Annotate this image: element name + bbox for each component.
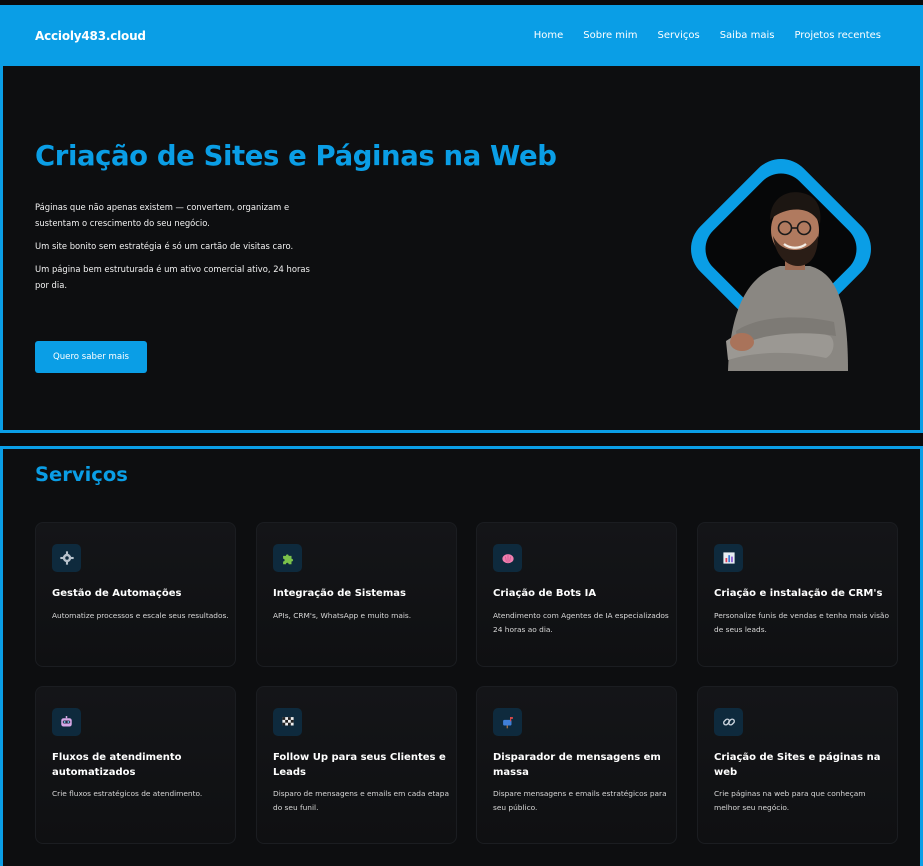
services-title: Serviços (35, 463, 128, 486)
service-card-description: Crie fluxos estratégicos de atendimento. (52, 789, 203, 798)
service-card[interactable]: Fluxos de atendimento automatizados Crie… (35, 686, 236, 844)
hero-text: Páginas que não apenas existem — convert… (35, 199, 315, 300)
service-card-description: Dispare mensagens e emails estratégicos … (493, 789, 667, 812)
service-card-title: Fluxos de atendimento automatizados (52, 752, 182, 778)
site-logo[interactable]: Accioly483.cloud (35, 29, 146, 43)
nav-link-projetos-recentes[interactable]: Projetos recentes (794, 30, 881, 41)
service-card-description: Disparo de mensagens e emails em cada et… (273, 789, 450, 812)
profile-photo (658, 136, 903, 371)
nav-link-sobre-mim[interactable]: Sobre mim (583, 30, 637, 41)
service-card-title: Integração de Sistemas (273, 588, 406, 599)
nav-link-servicos[interactable]: Serviços (658, 30, 700, 41)
brain-icon (493, 544, 522, 572)
puzzle-icon (273, 544, 302, 572)
service-card-description: APIs, CRM's, WhatsApp e muito mais. (273, 611, 412, 620)
service-card-description: Automatize processos e escale seus resul… (52, 611, 229, 620)
service-card[interactable]: Gestão de Automações Automatize processo… (35, 522, 236, 667)
service-card[interactable]: Disparador de mensagens em massa Dispare… (476, 686, 677, 844)
service-card-title: Disparador de mensagens em massa (493, 752, 661, 778)
nav-link-home[interactable]: Home (534, 30, 564, 41)
mailbox-icon (493, 708, 522, 736)
service-card[interactable]: Criação e instalação de CRM's Personaliz… (697, 522, 898, 667)
top-navbar: Accioly483.cloud Home Sobre mim Serviços… (0, 0, 923, 66)
service-card-description: Crie páginas na web para que conheçam me… (714, 789, 866, 812)
service-card[interactable]: Criação de Sites e páginas na web Crie p… (697, 686, 898, 844)
service-card-description: Personalize funis de vendas e tenha mais… (714, 611, 889, 634)
robot-icon (52, 708, 81, 736)
hero-paragraph: Um site bonito sem estratégia é só um ca… (35, 241, 294, 251)
chart-icon (714, 544, 743, 572)
service-card[interactable]: Criação de Bots IA Atendimento com Agent… (476, 522, 677, 667)
hero-paragraph: Um página bem estruturada é um ativo com… (35, 264, 310, 290)
service-card[interactable]: Follow Up para seus Clientes e Leads Dis… (256, 686, 457, 844)
service-card-title: Criação de Sites e páginas na web (714, 752, 881, 778)
service-card[interactable]: Integração de Sistemas APIs, CRM's, What… (256, 522, 457, 667)
service-card-title: Follow Up para seus Clientes e Leads (273, 752, 446, 778)
service-card-title: Gestão de Automações (52, 588, 182, 599)
main-nav: Home Sobre mim Serviços Saiba mais Proje… (534, 30, 881, 41)
checkered-flag-icon (273, 708, 302, 736)
service-card-title: Criação de Bots IA (493, 588, 597, 599)
nav-link-saiba-mais[interactable]: Saiba mais (720, 30, 775, 41)
service-card-description: Atendimento com Agentes de IA especializ… (493, 611, 669, 634)
hero-section: Criação de Sites e Páginas na Web Página… (0, 66, 923, 433)
gear-icon (52, 544, 81, 572)
hero-paragraph: Páginas que não apenas existem — convert… (35, 202, 290, 228)
service-card-title: Criação e instalação de CRM's (714, 588, 883, 599)
hero-title: Criação de Sites e Páginas na Web (35, 140, 557, 172)
profile-photo-illustration (691, 159, 871, 371)
cta-button[interactable]: Quero saber mais (35, 341, 147, 373)
services-section: Serviços Gestão de Automações Automatize… (0, 446, 923, 866)
link-icon (714, 708, 743, 736)
